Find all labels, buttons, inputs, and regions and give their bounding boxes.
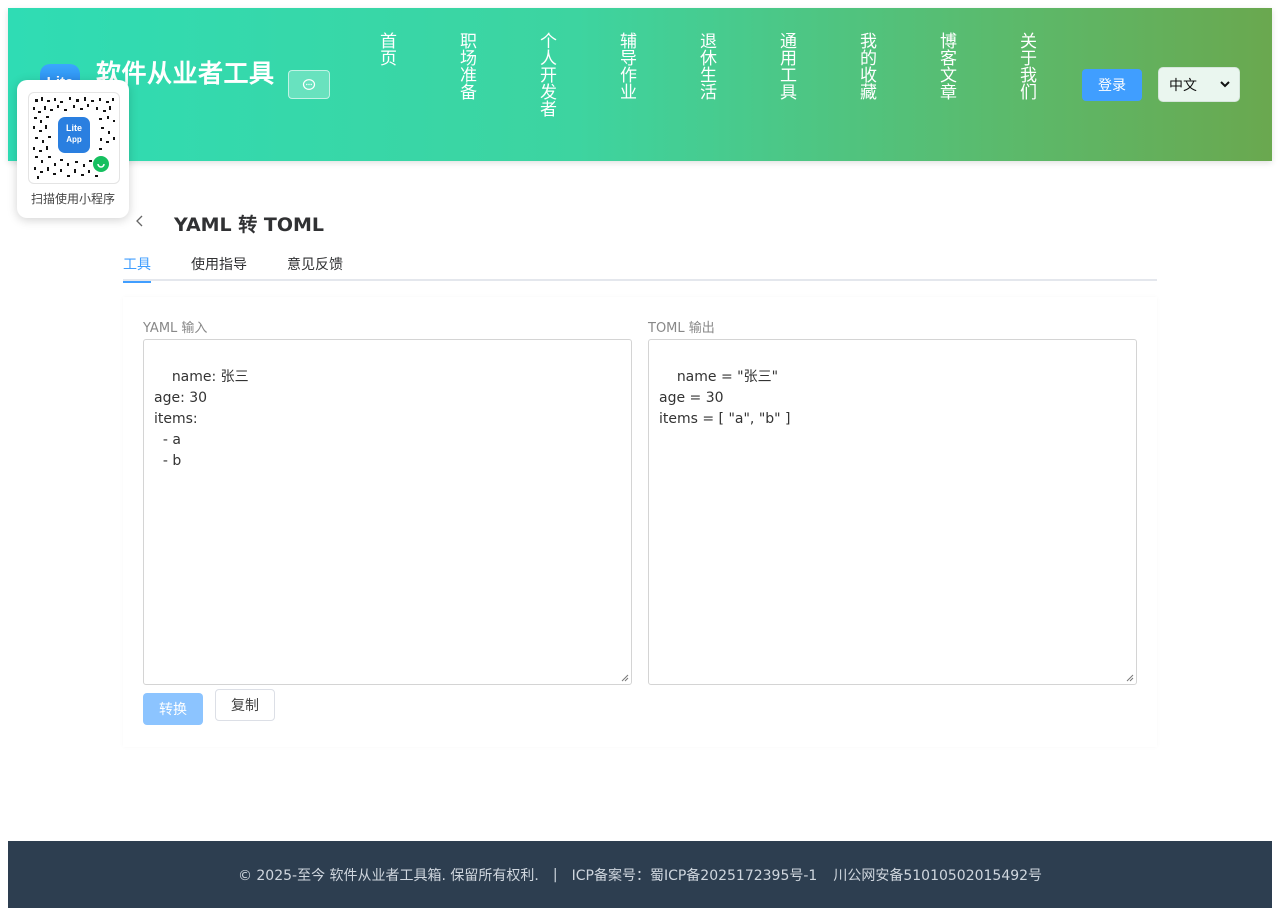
resize-grip-icon[interactable] [1126, 674, 1134, 682]
language-select[interactable]: 中文 [1158, 67, 1240, 102]
nav-general-tools[interactable]: 通用工具 [776, 32, 796, 100]
yaml-input-textarea[interactable]: name: 张三 age: 30 items: - a - b [143, 339, 632, 685]
toml-output-content: name = "张三" age = 30 items = [ "a", "b" … [659, 369, 791, 427]
convert-button[interactable]: 转换 [143, 693, 203, 725]
nav-homework-help[interactable]: 辅导作业 [616, 32, 636, 100]
qr-code: Lite App [28, 92, 120, 184]
footer-separator: | [552, 866, 558, 883]
back-arrow-icon[interactable] [132, 213, 148, 229]
toml-output-label: TOML 输出 [648, 321, 715, 336]
yaml-input-label: YAML 输入 [143, 321, 208, 336]
language-value: 中文 [1169, 77, 1197, 94]
footer-copyright: © 2025-至今 软件从业者工具箱. 保留所有权利. [237, 867, 539, 884]
login-button[interactable]: 登录 [1082, 69, 1142, 101]
nav-career-prep[interactable]: 职场准备 [456, 32, 476, 100]
qr-caption: 扫描使用小程序 [30, 192, 115, 206]
footer-police-link[interactable]: 川公网安备51010502015492号 [833, 865, 1042, 885]
chevron-down-icon [1220, 81, 1230, 88]
nav-blog[interactable]: 博客文章 [936, 32, 956, 100]
page: Lite 软件从业者工具 首页 职场准备 个人开发者 辅导作业 退休生活 通用工… [8, 8, 1272, 908]
chat-button[interactable] [288, 70, 330, 99]
mini-program-qr-card: Lite App 扫描使用小程序 [17, 80, 129, 218]
nav-favorites[interactable]: 我的收藏 [856, 32, 876, 100]
copy-button[interactable]: 复制 [215, 689, 275, 721]
chat-bubble-icon [302, 78, 316, 90]
yaml-input-content: name: 张三 age: 30 items: - a - b [154, 369, 249, 469]
nav-indie-dev[interactable]: 个人开发者 [536, 32, 556, 117]
top-header: Lite 软件从业者工具 首页 职场准备 个人开发者 辅导作业 退休生活 通用工… [8, 8, 1272, 161]
nav-retirement[interactable]: 退休生活 [696, 32, 716, 100]
nav-home[interactable]: 首页 [376, 32, 396, 66]
qr-badge-bottom: App [66, 135, 82, 144]
resize-grip-icon[interactable] [621, 674, 629, 682]
qr-badge-top: Lite [66, 123, 82, 133]
toml-output-textarea[interactable]: name = "张三" age = 30 items = [ "a", "b" … [648, 339, 1137, 685]
page-title: YAML 转 TOML [174, 214, 325, 236]
tab-feedback[interactable]: 意见反馈 [287, 254, 343, 281]
footer-icp-link[interactable]: ICP备案号：蜀ICP备2025172395号-1 [572, 865, 818, 885]
tab-tool[interactable]: 工具 [123, 254, 151, 283]
nav-about[interactable]: 关于我们 [1016, 32, 1036, 100]
tab-usage-guide[interactable]: 使用指导 [191, 254, 247, 281]
qr-code-icon: Lite App [33, 97, 115, 179]
site-footer: © 2025-至今 软件从业者工具箱. 保留所有权利. | ICP备案号：蜀IC… [8, 841, 1272, 908]
tool-tabs: 工具 使用指导 意见反馈 [123, 252, 1157, 283]
